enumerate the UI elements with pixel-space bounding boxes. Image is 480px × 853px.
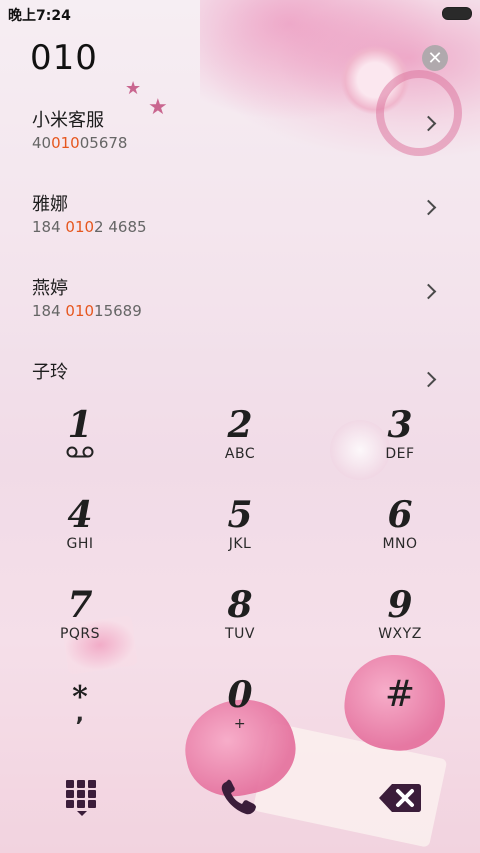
chevron-right-icon[interactable] [420, 199, 437, 216]
key-letters: + [233, 716, 247, 732]
key-digit: 5 [227, 494, 253, 536]
dialpad-icon[interactable] [64, 778, 100, 816]
contact-item[interactable]: 小米客服 4001005678 [0, 106, 480, 186]
key-letters: WXYZ [378, 626, 422, 642]
key-3[interactable]: 3 DEF [320, 404, 480, 490]
key-digit: 6 [387, 494, 413, 536]
key-digit: 1 [67, 404, 93, 446]
battery-icon [442, 7, 472, 20]
contact-name: 雅娜 [32, 194, 68, 215]
contact-name: 小米客服 [32, 110, 104, 131]
key-7[interactable]: 7 PQRS [0, 584, 160, 670]
contact-item[interactable]: 雅娜 184 0102 4685 [0, 190, 480, 270]
key-0[interactable]: 0 + [160, 674, 320, 760]
key-letters: DEF [385, 446, 415, 462]
key-digit: 8 [227, 584, 253, 626]
contact-item[interactable]: 子玲 [0, 358, 480, 388]
contact-number: 4001005678 [32, 134, 128, 152]
clear-circle-icon[interactable]: ✕ [422, 45, 448, 71]
status-time: 晚上7:24 [8, 8, 71, 24]
status-bar: 晚上7:24 [0, 0, 480, 26]
key-digit: 7 [67, 584, 93, 626]
key-9[interactable]: 9 WXYZ [320, 584, 480, 670]
key-5[interactable]: 5 JKL [160, 494, 320, 580]
key-letters: JKL [228, 536, 252, 552]
contact-item[interactable]: 燕婷 184 01015689 [0, 274, 480, 354]
key-digit: 0 [227, 674, 253, 716]
contact-name: 燕婷 [32, 278, 68, 299]
key-letters: TUV [225, 626, 255, 642]
key-letters: , [75, 702, 85, 727]
key-4[interactable]: 4 GHI [0, 494, 160, 580]
key-digit: # [384, 674, 416, 715]
small-star-icon: ★ [125, 78, 142, 99]
key-2[interactable]: 2 ABC [160, 404, 320, 490]
key-star[interactable]: * , [0, 680, 160, 766]
key-digit: 2 [227, 404, 253, 446]
contact-number: 184 0102 4685 [32, 218, 147, 236]
key-8[interactable]: 8 TUV [160, 584, 320, 670]
key-digit: 3 [387, 404, 413, 446]
key-letters: PQRS [59, 626, 101, 642]
key-pound[interactable]: # [320, 674, 480, 760]
chevron-right-icon[interactable] [420, 283, 437, 300]
key-letters: ABC [224, 446, 256, 462]
backspace-icon[interactable] [378, 782, 422, 814]
phone-icon[interactable] [218, 778, 262, 818]
contact-number: 184 01015689 [32, 302, 142, 320]
voicemail-icon [66, 446, 94, 458]
key-letters: MNO [382, 536, 418, 552]
dialed-number: 010 [30, 38, 98, 78]
key-6[interactable]: 6 MNO [320, 494, 480, 580]
key-letters: GHI [66, 536, 94, 552]
contact-name: 子玲 [32, 362, 68, 383]
chevron-right-icon[interactable] [420, 115, 437, 132]
key-digit: 9 [387, 584, 413, 626]
chevron-right-icon[interactable] [420, 371, 437, 388]
key-1[interactable]: 1 [0, 404, 160, 490]
key-digit: 4 [67, 494, 93, 536]
